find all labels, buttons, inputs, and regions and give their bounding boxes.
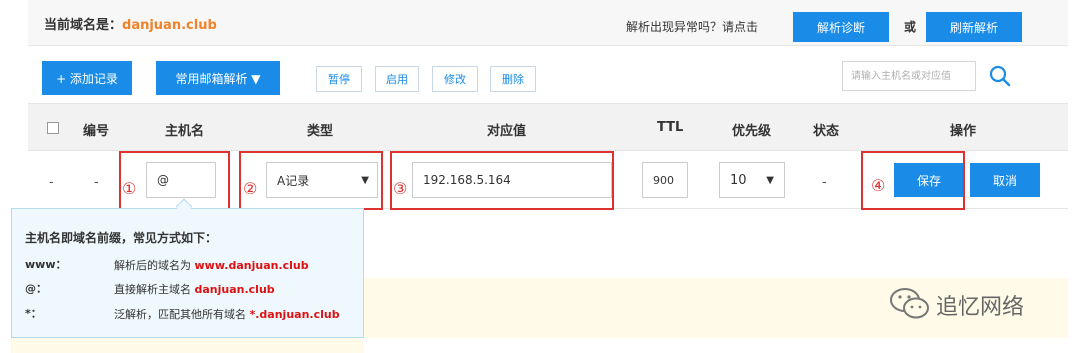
annotation-marker-2: ② <box>243 179 258 198</box>
column-type: 类型 <box>307 124 334 139</box>
column-actions: 操作 <box>950 124 977 139</box>
resolve-issue-prompt: 解析出现异常吗？请点击 <box>626 20 759 34</box>
row-number: - <box>94 175 99 190</box>
current-domain-label: 当前域名是： <box>44 18 123 33</box>
column-priority: 优先级 <box>732 124 772 139</box>
priority-value: 10 <box>730 172 747 188</box>
mail-resolve-dropdown[interactable]: 常用邮箱解析 ▼ <box>156 61 280 95</box>
tooltip-desc-wildcard: 泛解析，匹配其他所有域名 *.danjuan.club <box>114 308 340 321</box>
annotation-marker-3: ③ <box>393 179 408 198</box>
tooltip-key-wildcard: *： <box>25 307 42 320</box>
notice-panel-left <box>11 338 364 353</box>
refresh-resolve-button[interactable]: 刷新解析 <box>926 12 1022 42</box>
annotation-marker-4: ④ <box>871 176 886 195</box>
caret-down-icon: ▼ <box>766 174 774 186</box>
select-all-checkbox[interactable] <box>47 122 59 134</box>
column-value: 对应值 <box>487 124 527 139</box>
priority-select[interactable]: 10 ▼ <box>719 162 785 198</box>
column-host: 主机名 <box>165 124 205 139</box>
enable-button[interactable]: 启用 <box>375 66 419 92</box>
or-text: 或 <box>904 20 917 34</box>
tooltip-key-at: @： <box>25 282 47 295</box>
add-record-button[interactable]: + 添加记录 <box>42 61 132 95</box>
tooltip-key-www: www： <box>25 258 67 271</box>
column-ttl: TTL <box>657 120 684 135</box>
current-domain-value: danjuan.club <box>122 18 217 33</box>
watermark-text: 追忆网络 <box>936 295 1025 320</box>
search-icon[interactable] <box>988 64 1012 88</box>
annotation-box-type <box>239 151 383 210</box>
pause-button[interactable]: 暂停 <box>316 66 362 92</box>
edit-button[interactable]: 修改 <box>432 66 478 92</box>
column-status: 状态 <box>813 124 840 139</box>
diagnose-button[interactable]: 解析诊断 <box>793 12 889 42</box>
current-domain: 当前域名是：danjuan.club <box>44 14 217 33</box>
tooltip-title: 主机名即域名前缀，常见方式如下： <box>25 231 218 245</box>
annotation-box-value <box>390 151 614 210</box>
column-number: 编号 <box>83 124 110 139</box>
delete-button[interactable]: 删除 <box>490 66 536 92</box>
ttl-input[interactable]: 900 <box>642 162 688 198</box>
row-select-placeholder: - <box>49 175 54 190</box>
cancel-button[interactable]: 取消 <box>970 163 1040 197</box>
wechat-icon <box>888 286 932 322</box>
row-status: - <box>822 175 827 190</box>
annotation-marker-1: ① <box>122 179 137 198</box>
search-input[interactable] <box>842 61 976 91</box>
tooltip-desc-www: 解析后的域名为 www.danjuan.club <box>114 259 309 272</box>
tooltip-desc-at: 直接解析主域名 danjuan.club <box>114 283 275 296</box>
